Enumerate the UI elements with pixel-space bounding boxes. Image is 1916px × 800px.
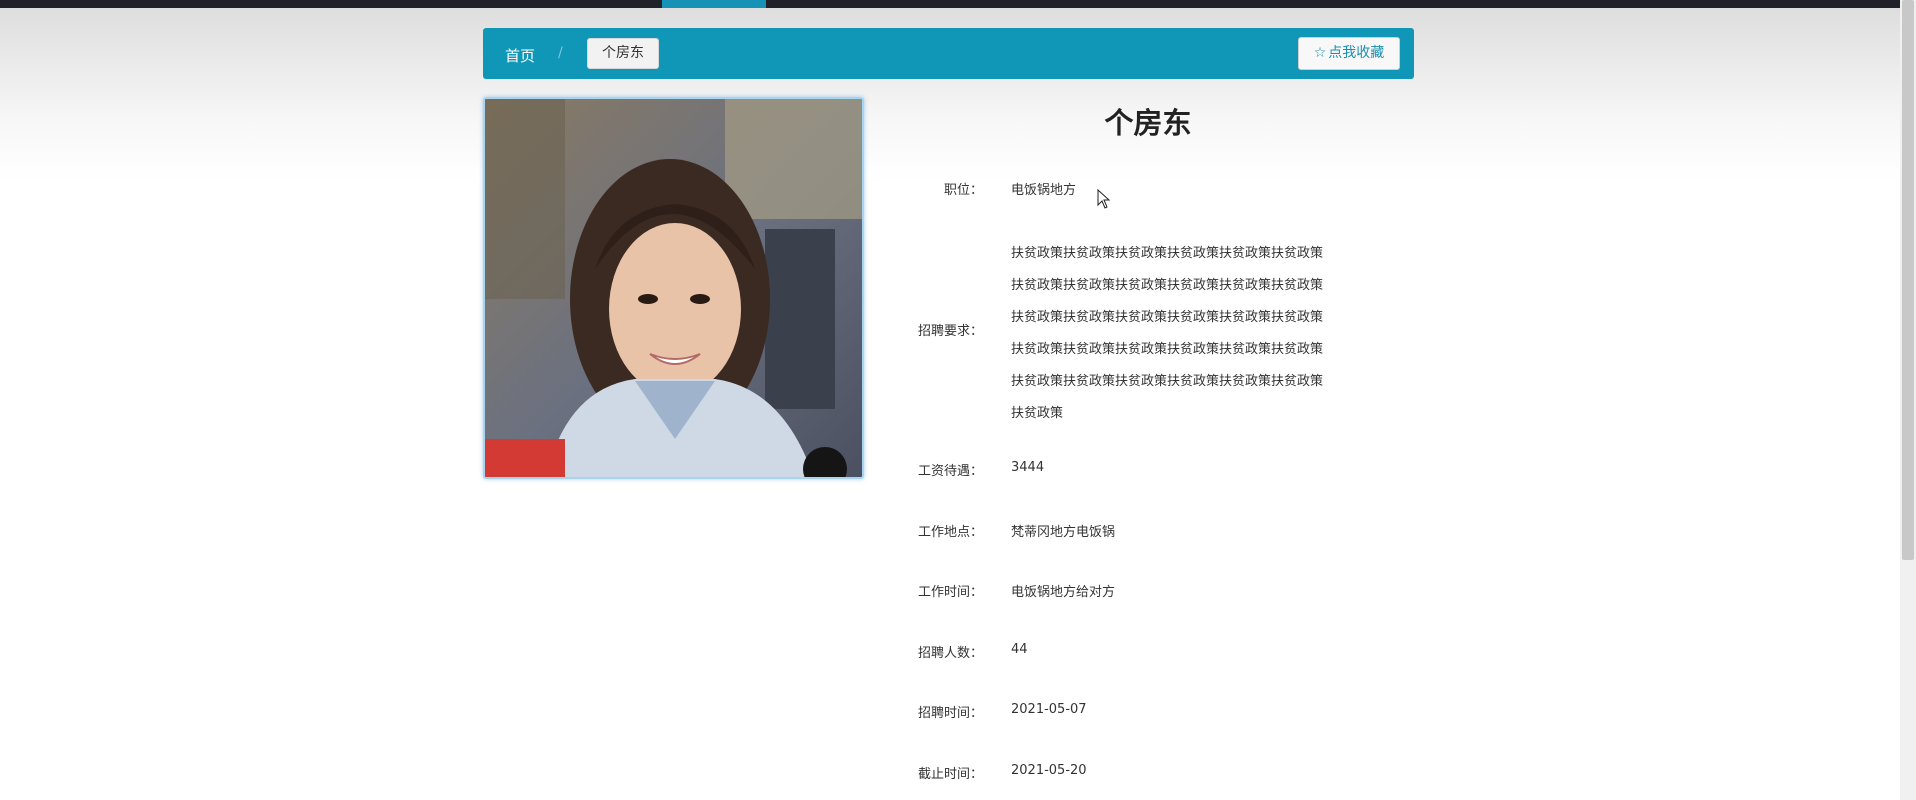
job-photo xyxy=(483,97,864,479)
requirement-line: 扶贫政策 xyxy=(1011,406,1064,421)
scrollbar-thumb[interactable] xyxy=(1902,0,1914,560)
requirement-label: 招聘要求： xyxy=(917,324,983,339)
work-time-value: 电饭锅地方给对方 xyxy=(1011,585,1116,600)
favorite-button[interactable]: ☆ 点我收藏 xyxy=(1298,37,1400,70)
breadcrumb-current: 个房东 xyxy=(587,38,659,69)
job-title: 个房东 xyxy=(1104,106,1192,140)
top-nav-bar xyxy=(0,0,1916,8)
salary-label: 工资待遇： xyxy=(917,464,983,479)
position-label: 职位： xyxy=(943,183,983,198)
requirement-line: 扶贫政策扶贫政策扶贫政策扶贫政策扶贫政策扶贫政策 xyxy=(1011,278,1324,293)
requirement-value: 扶贫政策扶贫政策扶贫政策扶贫政策扶贫政策扶贫政策 扶贫政策扶贫政策扶贫政策扶贫政… xyxy=(1011,238,1391,430)
deadline-value: 2021-05-20 xyxy=(1011,763,1087,778)
favorite-button-label: 点我收藏 xyxy=(1328,45,1385,61)
post-date-value: 2021-05-07 xyxy=(1011,702,1087,717)
mouse-pointer-icon xyxy=(1097,188,1111,213)
requirement-line: 扶贫政策扶贫政策扶贫政策扶贫政策扶贫政策扶贫政策 xyxy=(1011,374,1324,389)
star-outline-icon: ☆ xyxy=(1313,45,1327,61)
breadcrumb: 首页 / 个房东 ☆ 点我收藏 xyxy=(483,28,1414,79)
position-value: 电饭锅地方 xyxy=(1011,183,1077,198)
post-date-label: 招聘时间： xyxy=(917,706,983,721)
breadcrumb-separator: / xyxy=(558,45,563,61)
scrollbar[interactable] xyxy=(1900,0,1916,800)
headcount-value: 44 xyxy=(1011,642,1028,657)
top-nav-active-item[interactable] xyxy=(662,0,766,8)
requirement-line: 扶贫政策扶贫政策扶贫政策扶贫政策扶贫政策扶贫政策 xyxy=(1011,246,1324,261)
headcount-label: 招聘人数： xyxy=(917,646,983,661)
work-time-label: 工作时间： xyxy=(917,585,983,600)
salary-value: 3444 xyxy=(1011,460,1045,475)
deadline-label: 截止时间： xyxy=(917,767,983,782)
requirement-line: 扶贫政策扶贫政策扶贫政策扶贫政策扶贫政策扶贫政策 xyxy=(1011,342,1324,357)
location-value: 梵蒂冈地方电饭锅 xyxy=(1011,525,1116,540)
location-label: 工作地点： xyxy=(917,525,983,540)
requirement-line: 扶贫政策扶贫政策扶贫政策扶贫政策扶贫政策扶贫政策 xyxy=(1011,310,1324,325)
breadcrumb-home-link[interactable]: 首页 xyxy=(505,45,535,66)
